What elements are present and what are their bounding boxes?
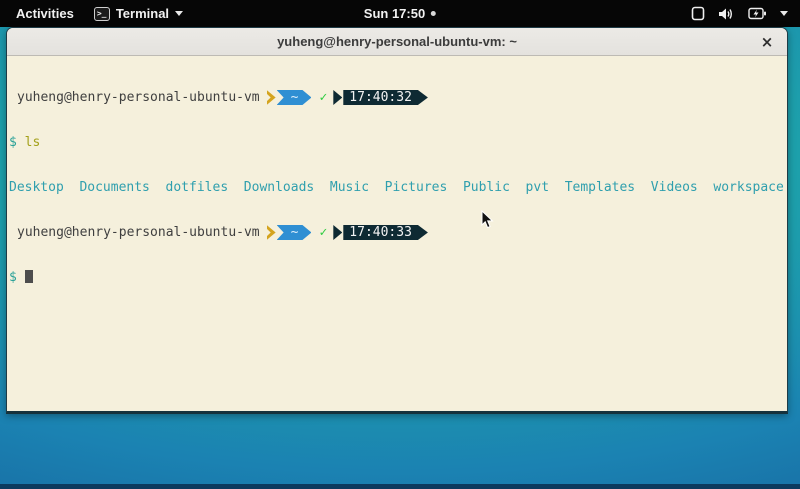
prompt-user: yuheng@henry-personal-ubuntu-vm — [17, 90, 260, 105]
battery-charging-icon — [748, 7, 767, 20]
terminal-app-icon: >_ — [94, 7, 110, 21]
prompt-time-segment: 17:40:32 — [343, 90, 428, 105]
prompt-time-segment: 17:40:33 — [343, 225, 428, 240]
ls-output: Desktop Documents dotfiles Downloads Mus… — [9, 180, 785, 195]
clock-menu[interactable]: Sun 17:50 — [364, 6, 436, 21]
top-bar: Activities >_ Terminal Sun 17:50 — [0, 0, 800, 27]
chevron-down-icon — [780, 11, 788, 16]
chevron-down-icon — [175, 11, 183, 16]
powerline-chevron-icon — [267, 90, 276, 105]
status-check-icon: ✓ — [319, 225, 327, 240]
command-line: $ ls — [9, 135, 785, 150]
terminal-content[interactable]: yuheng@henry-personal-ubuntu-vm ~ ✓ 17:4… — [7, 56, 787, 411]
terminal-window: yuheng@henry-personal-ubuntu-vm: ~ × yuh… — [6, 27, 788, 414]
prompt-symbol: $ — [9, 135, 17, 150]
volume-icon — [718, 7, 735, 21]
current-input-line: $ — [9, 270, 785, 285]
text-cursor — [25, 270, 33, 283]
status-check-icon: ✓ — [319, 90, 327, 105]
powerline-chevron-icon — [267, 225, 276, 240]
close-button[interactable]: × — [757, 32, 777, 52]
prompt-line: yuheng@henry-personal-ubuntu-vm ~ ✓ 17:4… — [9, 90, 785, 105]
display-icon — [691, 6, 705, 21]
prompt-line: yuheng@henry-personal-ubuntu-vm ~ ✓ 17:4… — [9, 225, 785, 240]
window-titlebar[interactable]: yuheng@henry-personal-ubuntu-vm: ~ × — [7, 28, 787, 56]
top-bar-left: Activities >_ Terminal — [0, 4, 183, 23]
typed-command: ls — [25, 135, 41, 150]
screen-bottom-edge — [0, 484, 800, 489]
prompt-symbol: $ — [9, 270, 17, 285]
powerline-arrow-icon — [333, 90, 342, 105]
app-menu-label: Terminal — [116, 6, 169, 21]
window-title: yuheng@henry-personal-ubuntu-vm: ~ — [277, 34, 517, 49]
clock-label: Sun 17:50 — [364, 6, 425, 21]
prompt-cwd-segment: ~ — [277, 90, 312, 105]
activities-button[interactable]: Activities — [10, 4, 80, 23]
prompt-cwd-segment: ~ — [277, 225, 312, 240]
powerline-arrow-icon — [333, 225, 342, 240]
prompt-user: yuheng@henry-personal-ubuntu-vm — [17, 225, 260, 240]
notification-dot — [431, 11, 436, 16]
system-status-menu[interactable] — [691, 0, 792, 27]
app-menu-terminal[interactable]: >_ Terminal — [94, 6, 183, 21]
